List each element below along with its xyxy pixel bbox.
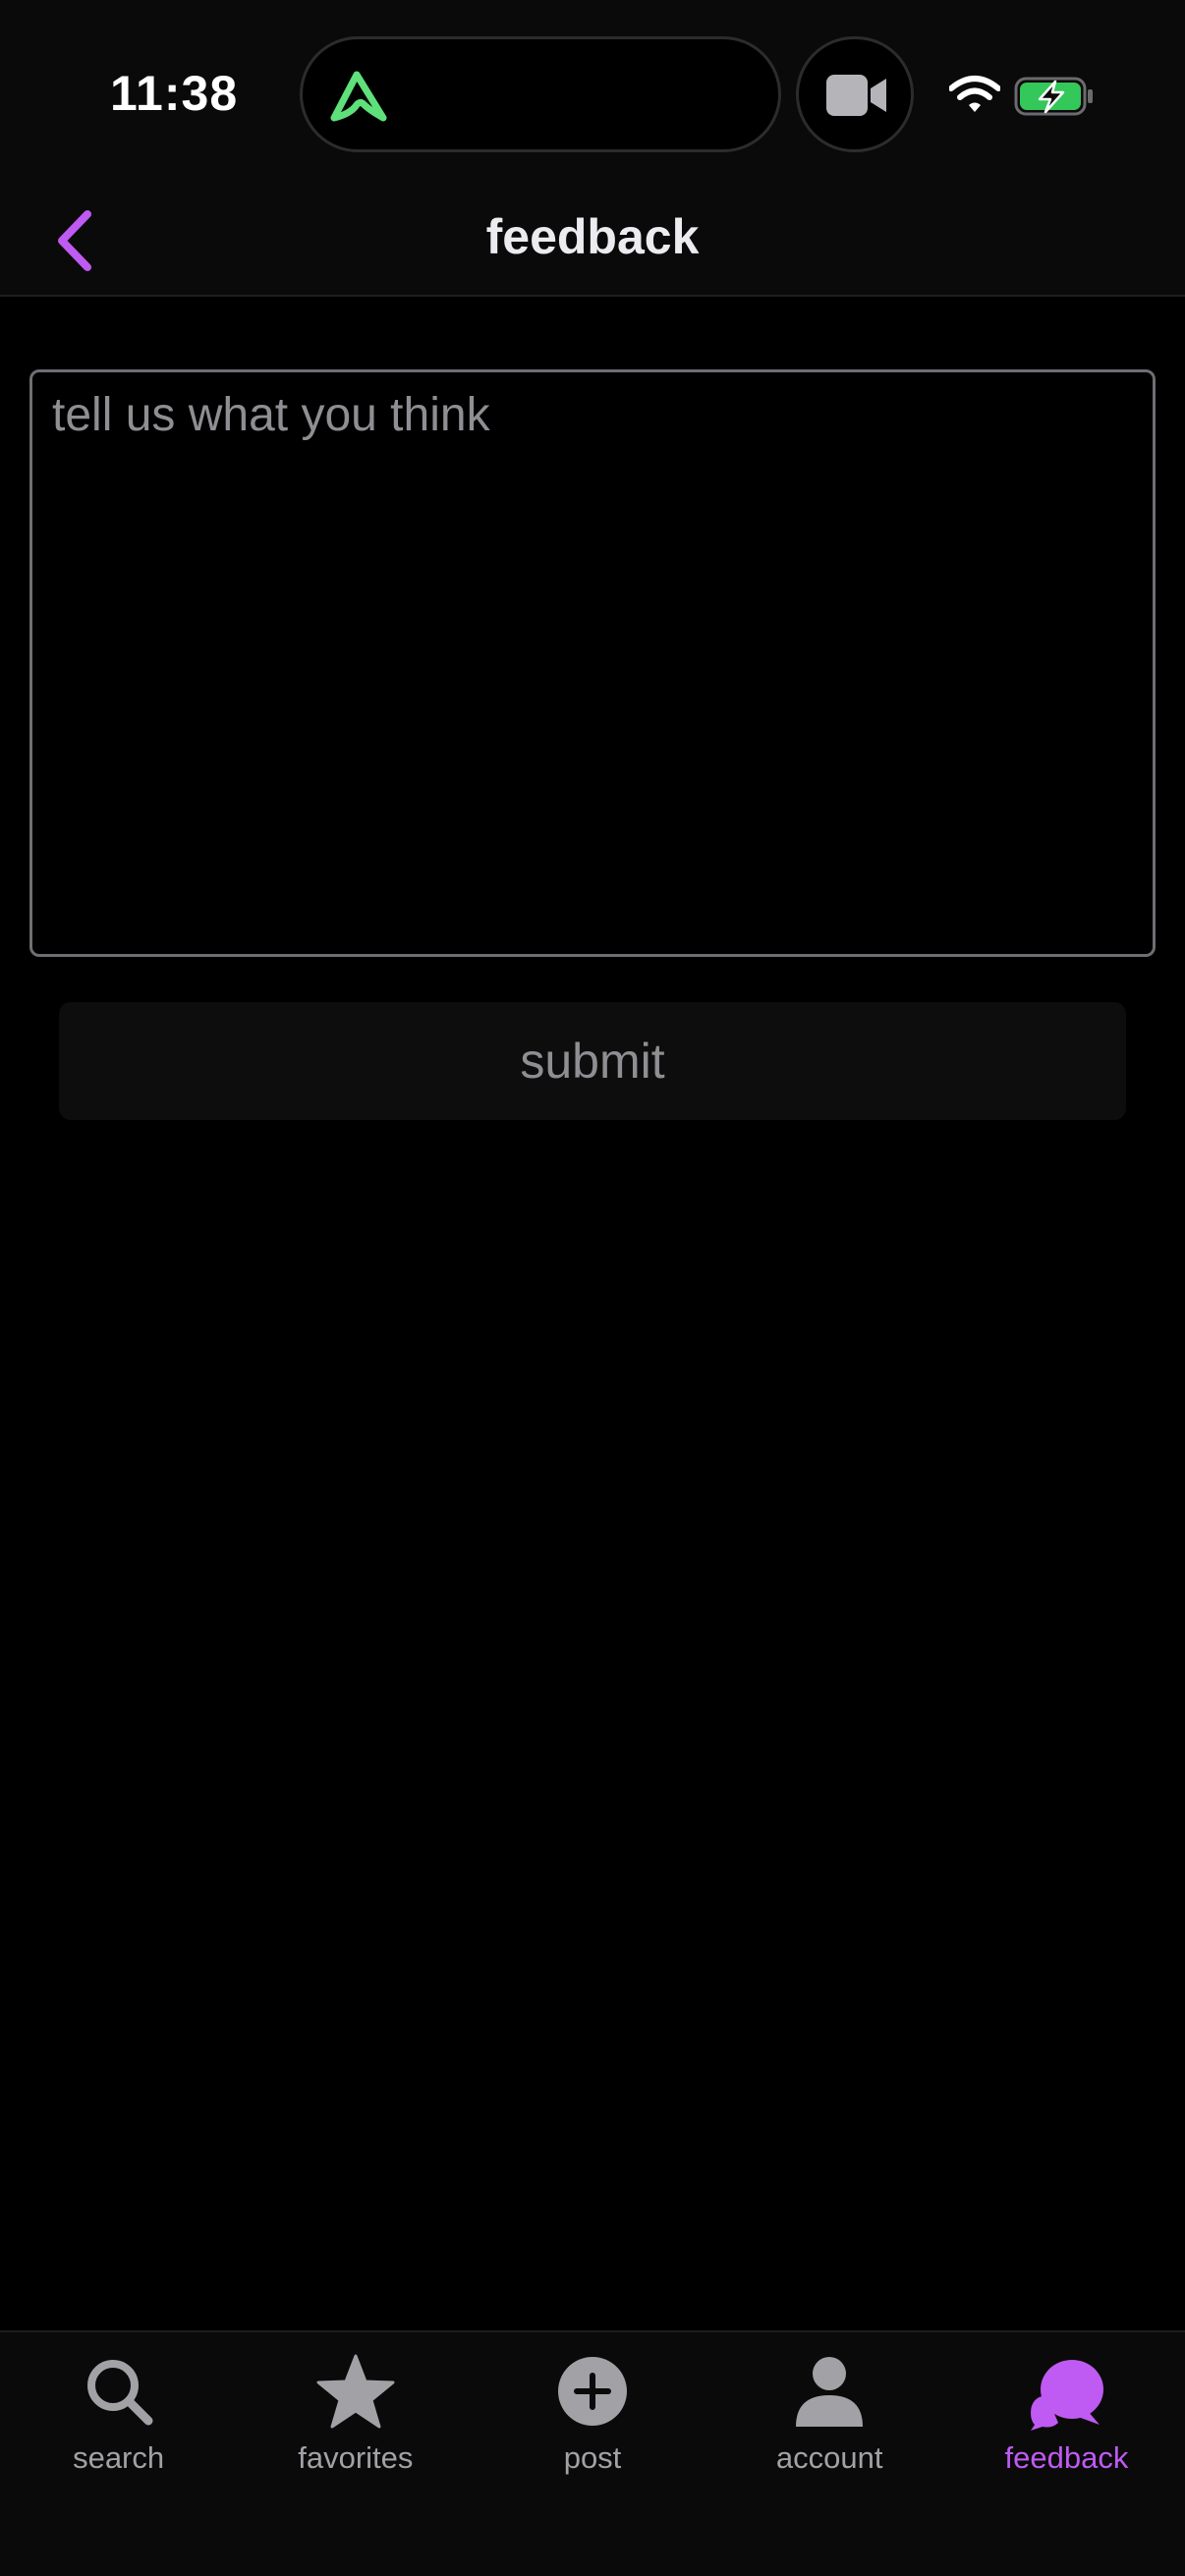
- tab-label: post: [563, 2440, 622, 2475]
- tab-label: feedback: [1004, 2440, 1129, 2475]
- tab-account[interactable]: account: [711, 2332, 948, 2490]
- battery-charging-icon: [1014, 77, 1093, 116]
- tab-feedback[interactable]: feedback: [948, 2332, 1185, 2490]
- chat-bubbles-icon: [1031, 2360, 1104, 2431]
- search-icon: [86, 2360, 153, 2426]
- tab-label: favorites: [298, 2440, 414, 2475]
- tab-label: search: [73, 2440, 165, 2475]
- mountain-logo-icon: [330, 71, 387, 122]
- tab-post[interactable]: post: [474, 2332, 710, 2490]
- feedback-textarea[interactable]: [29, 369, 1156, 957]
- star-icon: [316, 2354, 395, 2429]
- status-time: 11:38: [110, 66, 239, 121]
- feedback-screen: 11:38 feedback tell us what you think su…: [0, 0, 1185, 2576]
- person-icon: [796, 2357, 864, 2427]
- camera-indicator: [796, 36, 914, 152]
- dynamic-island[interactable]: [300, 36, 781, 152]
- tab-label: account: [775, 2440, 883, 2475]
- status-bar: 11:38: [0, 0, 1185, 187]
- tab-bar: search favorites post account feedback: [0, 2330, 1185, 2576]
- wifi-icon: [949, 76, 1000, 112]
- tab-favorites[interactable]: favorites: [237, 2332, 474, 2490]
- tab-search[interactable]: search: [0, 2332, 237, 2490]
- video-camera-icon: [826, 75, 886, 116]
- page-title: feedback: [485, 209, 700, 264]
- nav-header: feedback: [0, 187, 1185, 297]
- submit-button[interactable]: submit: [59, 1002, 1126, 1120]
- plus-circle-icon: [558, 2357, 627, 2426]
